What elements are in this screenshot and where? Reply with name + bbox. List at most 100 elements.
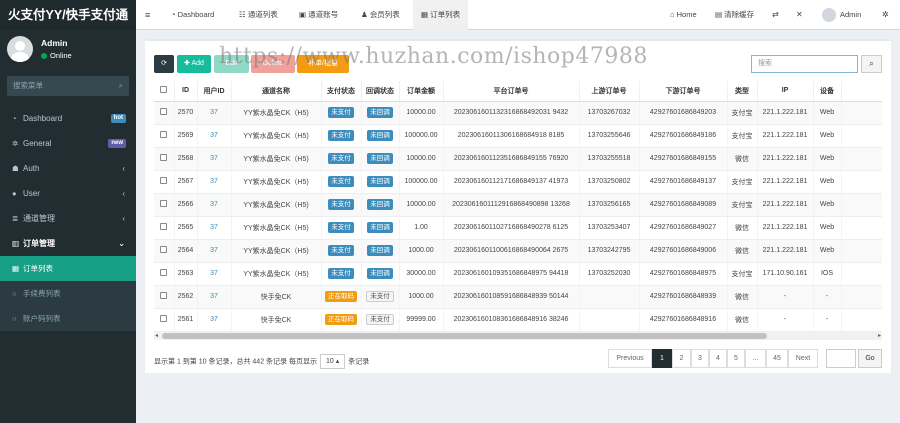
table-row[interactable]: 2568 37 YY紫水晶免CK（H5) 未支付 未回调 10000.00 20230616… (154, 147, 882, 171)
row-checkbox-cell[interactable] (154, 262, 175, 286)
goto-page-input[interactable] (826, 349, 856, 368)
sidebar-item-general[interactable]: ✲ General new (0, 131, 136, 156)
user-id-link[interactable]: 37 (197, 262, 232, 286)
fullscreen-icon[interactable]: ✕ (796, 0, 803, 30)
home-link[interactable]: ⌂ Home (670, 0, 697, 30)
sidebar-search-input[interactable]: 搜索菜单 ⌕ (7, 76, 129, 96)
sidebar-item-user[interactable]: ● User ‹ (0, 181, 136, 206)
checkbox[interactable] (160, 292, 168, 299)
user-id-link[interactable]: 37 (197, 193, 232, 217)
row-checkbox-cell[interactable] (154, 124, 175, 148)
table-row[interactable]: 2564 37 YY紫水晶免CK（H5) 未支付 未回调 1000.00 202306160… (154, 239, 882, 263)
sidebar-item-auth[interactable]: ☗ Auth ‹ (0, 156, 136, 181)
clear-cache-button[interactable]: ▤ 清除缓存 (715, 0, 754, 30)
table-row[interactable]: 2561 37 快手免CK 正在取码 未支付 99999.00 20230616010836… (154, 308, 882, 332)
pay-status-badge: 未支付 (328, 153, 354, 164)
page-button[interactable]: 5 (727, 349, 745, 368)
menu-toggle-icon[interactable]: ≡ (145, 0, 150, 30)
row-checkbox-cell[interactable] (154, 285, 175, 309)
column-header[interactable]: 通道名称 (231, 81, 322, 102)
refresh-button[interactable]: ⟳ (154, 55, 174, 73)
user-id-link[interactable]: 37 (197, 124, 232, 148)
column-header[interactable]: 平台订单号 (443, 81, 580, 102)
next-page-button[interactable]: Next (788, 349, 818, 368)
checkbox[interactable] (160, 246, 168, 253)
checkbox[interactable] (160, 269, 168, 276)
column-header[interactable]: 类型 (727, 81, 758, 102)
go-button[interactable]: Go (858, 349, 882, 368)
scrollbar-thumb[interactable] (162, 333, 767, 339)
user-id-link[interactable]: 37 (197, 147, 232, 171)
column-header[interactable]: IP (757, 81, 814, 102)
tab-member-list[interactable]: ♟ 会员列表 (361, 0, 400, 30)
page-size-select[interactable]: 10 ▴ (319, 354, 346, 369)
checkbox[interactable] (160, 108, 168, 115)
tab-order-list[interactable]: ▦ 订单列表 (413, 0, 469, 30)
pay-type: 微信 (727, 285, 758, 309)
column-header[interactable]: 提交 (841, 81, 882, 102)
user-id-link[interactable]: 37 (197, 239, 232, 263)
row-checkbox-cell[interactable] (154, 170, 175, 194)
settings-gear-icon[interactable]: ✲ (882, 0, 889, 30)
row-checkbox-cell[interactable] (154, 193, 175, 217)
table-row[interactable]: 2562 37 快手免CK 正在取码 未支付 1000.00 202306160108591… (154, 285, 882, 309)
admin-menu[interactable]: Admin (822, 0, 861, 30)
checkbox[interactable] (160, 315, 168, 322)
column-header[interactable]: 上游订单号 (579, 81, 640, 102)
scroll-right-arrow-icon[interactable]: ▸ (878, 332, 881, 340)
page-button[interactable]: 4 (709, 349, 727, 368)
checkbox[interactable] (160, 131, 168, 138)
app-logo-title[interactable]: 火支付YY/快手支付通 (0, 0, 136, 30)
sidebar-item-order-mgmt[interactable]: ▥ 订单管理 ⌄ (0, 231, 136, 256)
sidebar-item-dashboard[interactable]: ◔ Dashboard hot (0, 106, 136, 131)
table-row[interactable]: 2565 37 YY紫水晶免CK（H5) 未支付 未回调 1.00 202306160110… (154, 216, 882, 240)
checkbox[interactable] (160, 86, 168, 94)
checkbox[interactable] (160, 200, 168, 207)
row-checkbox-cell[interactable] (154, 147, 175, 171)
user-id-link[interactable]: 37 (197, 285, 232, 309)
table-row[interactable]: 2569 37 YY紫水晶免CK（H5) 未支付 未回调 100000.00 2023061… (154, 124, 882, 148)
add-button[interactable]: ✚ Add (177, 55, 211, 73)
table-row[interactable]: 2570 37 YY紫水晶免CK（H5) 未支付 未回调 10000.00 20230616… (154, 101, 882, 125)
column-header[interactable]: 支付状态 (321, 81, 362, 102)
row-checkbox-cell[interactable] (154, 216, 175, 240)
search-icon[interactable]: ⌕ (119, 76, 123, 96)
column-header[interactable]: 回调状态 (361, 81, 400, 102)
row-checkbox-cell[interactable] (154, 101, 175, 125)
user-id-link[interactable]: 37 (197, 216, 232, 240)
page-button[interactable]: 2 (672, 349, 691, 368)
page-button[interactable]: 1 (652, 349, 672, 368)
user-id-link[interactable]: 37 (197, 101, 232, 125)
tab-dashboard[interactable]: ◔ Dashboard (171, 0, 214, 30)
table-search-input[interactable]: 搜索 (751, 55, 858, 73)
language-icon[interactable]: ⇄ (772, 0, 779, 30)
table-row[interactable]: 2566 37 YY紫水晶免CK（H5) 未支付 未回调 10000.00 20230616… (154, 193, 882, 217)
sidebar-item-account-code-list[interactable]: ○ 账户码列表 (0, 306, 136, 331)
checkbox[interactable] (160, 177, 168, 184)
horizontal-scrollbar[interactable]: ◂ ▸ (154, 332, 882, 340)
prev-page-button[interactable]: Previous (608, 349, 652, 368)
column-header[interactable]: 设备 (813, 81, 842, 102)
table-row[interactable]: 2563 37 YY紫水晶免CK（H5) 未支付 未回调 30000.00 20230616… (154, 262, 882, 286)
column-header[interactable]: ID (174, 81, 198, 102)
column-header[interactable]: 用户ID (197, 81, 232, 102)
user-id-link[interactable]: 37 (197, 308, 232, 332)
scroll-left-arrow-icon[interactable]: ◂ (155, 332, 158, 340)
page-button[interactable]: 3 (691, 349, 709, 368)
search-button[interactable]: ⌕ (861, 55, 882, 73)
row-checkbox-cell[interactable] (154, 308, 175, 332)
column-header[interactable]: 下游订单号 (639, 81, 728, 102)
sidebar-item-fee-list[interactable]: ○ 手续费列表 (0, 281, 136, 306)
tab-channel-list[interactable]: ☷ 通道列表 (239, 0, 278, 30)
user-id-link[interactable]: 37 (197, 170, 232, 194)
sidebar-item-channel-mgmt[interactable]: ≣ 通道管理 ‹ (0, 206, 136, 231)
checkbox[interactable] (160, 223, 168, 230)
sidebar-item-order-list[interactable]: ▦ 订单列表 (0, 256, 136, 281)
table-row[interactable]: 2567 37 YY紫水晶免CK（H5) 未支付 未回调 100000.00 2023061… (154, 170, 882, 194)
row-checkbox-cell[interactable] (154, 239, 175, 263)
page-button[interactable]: 45 (766, 349, 788, 368)
column-header[interactable]: 订单金额 (399, 81, 444, 102)
checkbox[interactable] (160, 154, 168, 161)
tab-channel-account[interactable]: ▣ 通道账号 (299, 0, 338, 30)
select-all-checkbox[interactable] (154, 81, 175, 102)
